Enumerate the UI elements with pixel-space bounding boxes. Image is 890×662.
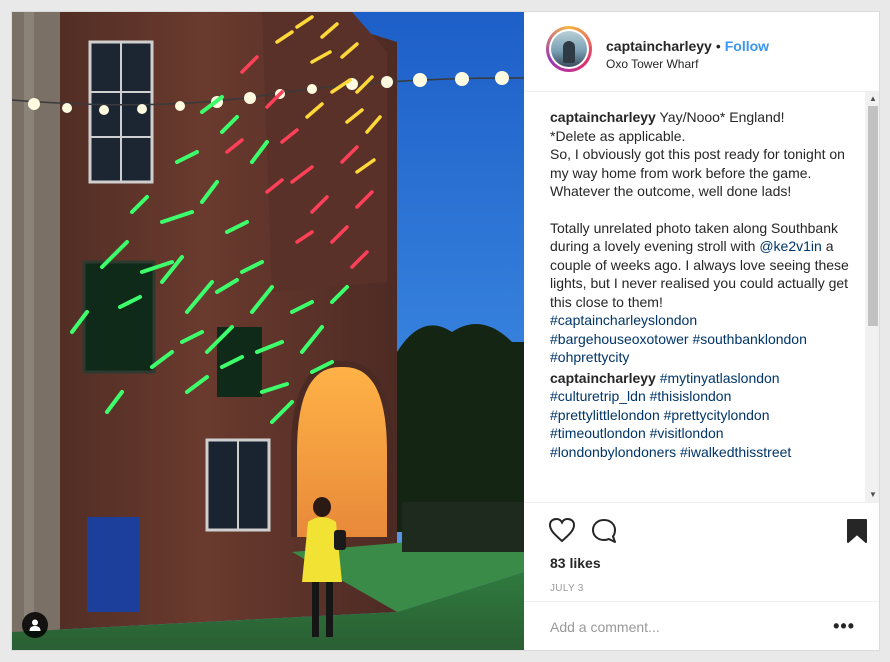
hashtag-link[interactable]: #prettylittlelondon [550,407,660,423]
caption-username[interactable]: captaincharleyy [550,109,656,125]
avatar[interactable] [546,26,592,72]
comment-input[interactable] [550,617,810,637]
heart-icon[interactable] [548,517,576,548]
comments-list[interactable]: captaincharleyy Yay/Nooo* England! *Dele… [524,92,879,502]
scroll-up-arrow-icon[interactable]: ▲ [865,92,879,106]
like-count[interactable]: 83 likes [550,555,601,571]
photo-illustration [12,12,524,650]
hashtag-link[interactable]: #ohprettycity [550,349,629,365]
comment-bubble-icon[interactable] [590,517,618,550]
post-sidebar: captaincharleyy • Follow Oxo Tower Wharf c… [524,12,879,650]
hashtag-link[interactable]: #prettycitylondon [664,407,770,423]
post-card: captaincharleyy • Follow Oxo Tower Wharf c… [11,11,880,651]
user-tag-icon[interactable] [22,612,48,638]
hashtag-link[interactable]: #bargehouseoxotower [550,331,689,347]
hashtag-link[interactable]: #iwalkedthisstreet [680,444,791,460]
caption-paragraph-1: So, I obviously got this post ready for … [550,146,849,199]
location-link[interactable]: Oxo Tower Wharf [606,57,698,71]
caption-line-1: Yay/Nooo* England! [659,109,785,125]
hashtag-link[interactable]: #timeoutlondon [550,425,646,441]
scroll-thumb[interactable] [868,106,878,326]
username-link[interactable]: captaincharleyy [606,38,712,54]
caption-paragraph-2: Totally unrelated photo taken along Sout… [550,219,853,310]
hashtag-link[interactable]: #captaincharleyslondon [550,312,697,328]
hashtag-link[interactable]: #visitlondon [650,425,724,441]
post-date[interactable]: JULY 3 [550,583,584,594]
mention-link[interactable]: @ke2v1in [759,238,821,254]
post-header: captaincharleyy • Follow Oxo Tower Wharf [524,12,879,92]
caption: captaincharleyy Yay/Nooo* England! [550,108,850,127]
caption-line-2: *Delete as applicable. [550,127,686,144]
add-comment-bar: ••• [524,601,879,650]
hashtag-link[interactable]: #londonbylondoners [550,444,676,460]
bookmark-icon[interactable] [846,518,868,549]
post-actions: 83 likes JULY 3 ••• [524,502,879,650]
caption-hashtags: #captaincharleyslondon #bargehouseoxotow… [550,311,850,367]
comment-item: captaincharleyy #mytinyatlaslondon #cult… [550,369,850,462]
scroll-down-arrow-icon[interactable]: ▼ [865,488,879,502]
follow-button[interactable]: Follow [725,38,769,54]
comment-username[interactable]: captaincharleyy [550,370,656,386]
comments-scrollbar[interactable]: ▲ ▼ [865,92,879,502]
hashtag-link[interactable]: #mytinyatlaslondon [660,370,780,386]
hashtag-link[interactable]: #thisislondon [650,388,732,404]
separator-dot: • [715,38,721,54]
more-options-button[interactable]: ••• [833,616,855,637]
post-photo[interactable] [12,12,524,650]
hashtag-link[interactable]: #culturetrip_ldn [550,388,646,404]
hashtag-link[interactable]: #southbanklondon [692,331,806,347]
